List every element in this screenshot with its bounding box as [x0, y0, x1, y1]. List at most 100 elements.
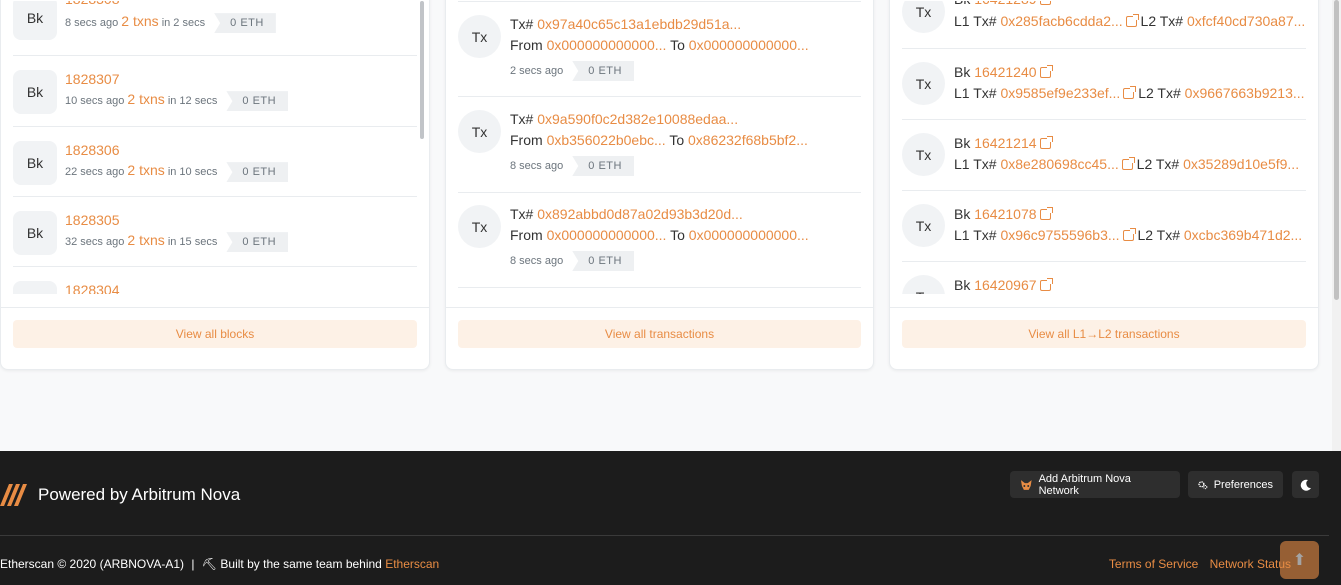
block-time: in 12 secs — [167, 95, 218, 107]
l1-tx-link[interactable]: 0x96c9755596b3... — [1000, 227, 1119, 243]
tx-to-link[interactable]: 0x000000000000... — [689, 227, 809, 243]
theme-toggle-button[interactable] — [1292, 471, 1319, 498]
block-reward-badge: 0 ETH — [226, 91, 289, 112]
preferences-button[interactable]: Preferences — [1188, 471, 1283, 498]
tx-to-label: To — [670, 227, 685, 243]
back-to-top-button[interactable]: ⬆ — [1280, 541, 1319, 579]
moon-icon — [1300, 479, 1311, 491]
copyright-text: Etherscan © 2020 (ARBNOVA-A1) — [0, 557, 185, 571]
tx-from-label: From — [510, 227, 543, 243]
external-link-icon[interactable] — [1125, 14, 1139, 27]
blocks-list[interactable]: Bk 1828308 8 secs ago 2 txns in 2 secs 0… — [1, 1, 429, 294]
pickaxe-icon: ⛏ — [201, 557, 218, 571]
gears-icon — [1198, 480, 1208, 489]
block-number-link[interactable]: 1828304 — [65, 282, 120, 294]
tx-to-link[interactable]: 0x000000000000... — [689, 37, 809, 53]
tx-hash-link[interactable]: 0x97a40c65c13a1ebdb29d51a... — [537, 16, 741, 32]
tx-from-link[interactable]: 0x000000000000... — [547, 227, 667, 243]
block-row: Bk 1828305 32 secs ago 2 txns in 15 secs… — [13, 197, 417, 267]
tx-from-link[interactable]: 0x000000000000... — [547, 37, 667, 53]
latest-blocks-card: Bk 1828308 8 secs ago 2 txns in 2 secs 0… — [0, 0, 430, 370]
l1-tx-link[interactable]: 0x285facb6cdda2... — [1000, 13, 1122, 29]
block-txns-link[interactable]: 2 txns — [121, 13, 158, 29]
block-number-link[interactable]: 1828306 — [65, 142, 120, 158]
external-link-icon[interactable] — [1039, 1, 1051, 5]
block-reward-badge: 0 ETH — [226, 232, 289, 253]
metamask-icon — [1020, 479, 1032, 490]
tx-hash-link[interactable]: 0x892abbd0d87a02d93b3d20d... — [537, 206, 743, 222]
l1l2-block-link[interactable]: 16421240 — [974, 64, 1036, 80]
external-link-icon[interactable] — [1039, 207, 1053, 220]
l1l2-block-link[interactable]: 16420967 — [974, 277, 1036, 293]
l1l2-avatar: Tx — [902, 62, 945, 105]
external-link-icon[interactable] — [1122, 228, 1136, 241]
l1-tx-label: L1 Tx# — [954, 227, 997, 243]
tx-to-label: To — [669, 132, 685, 148]
l1l2-avatar: Tx — [902, 204, 945, 247]
view-all-transactions-button[interactable]: View all transactions — [458, 320, 861, 348]
preferences-label: Preferences — [1213, 478, 1273, 491]
tx-row: Tx Tx# 0x9a590f0c2d382e10088edaa... From… — [458, 97, 861, 193]
view-all-blocks-button[interactable]: View all blocks — [13, 320, 417, 348]
page-scrollbar-thumb[interactable] — [1334, 0, 1339, 300]
l2-tx-link[interactable]: 0x9667663b9213... — [1185, 85, 1305, 101]
l1l2-tx-line: L1 Tx# 0x9585ef9e233ef... L2 Tx# 0x96676… — [954, 85, 1305, 101]
l1l2-bk-label: Bk — [954, 277, 971, 293]
l1l2-row: Tx Bk 16421214 L1 Tx# 0x8e280698cc45... … — [902, 120, 1306, 191]
tx-hash-line: Tx# 0x9a590f0c2d382e10088edaa... — [510, 111, 738, 127]
block-number-link[interactable]: 1828305 — [65, 212, 120, 228]
etherscan-link[interactable]: Etherscan — [385, 557, 439, 571]
blocks-scrollbar[interactable] — [420, 1, 424, 139]
l1l2-row: Tx Bk 16421289 L1 Tx# 0x285facb6cdda2...… — [902, 1, 1306, 49]
transactions-list[interactable]: Tx Tx# 0x97a40c65c13a1ebdb29d51a... From… — [446, 1, 873, 294]
l1-tx-link[interactable]: 0x8e280698cc45... — [1000, 156, 1118, 172]
l1-tx-label: L1 Tx# — [954, 85, 997, 101]
l2-tx-link[interactable]: 0xcbc369b471d2... — [1184, 227, 1302, 243]
tx-to-link[interactable]: 0x86232f68b5bf2... — [688, 132, 808, 148]
l1l2-tx-line: L1 Tx# 0x96c9755596b3... L2 Tx# 0xcbc369… — [954, 227, 1302, 243]
l2-tx-link[interactable]: 0xfcf40cd730a87... — [1187, 13, 1305, 29]
transactions-footer: View all transactions — [446, 307, 873, 360]
network-status-link[interactable]: Network Status — [1210, 557, 1291, 571]
block-meta: 10 secs ago 2 txns in 12 secs 0 ETH — [65, 91, 289, 112]
block-row: Bk 1828307 10 secs ago 2 txns in 12 secs… — [13, 56, 417, 127]
block-txns-link[interactable]: 2 txns — [127, 91, 164, 107]
block-meta: 32 secs ago 2 txns in 15 secs 0 ETH — [65, 232, 289, 253]
l1-tx-label: L1 Tx# — [954, 156, 997, 172]
block-meta: 8 secs ago 2 txns in 2 secs 0 ETH — [65, 13, 276, 34]
l1l2-block-link[interactable]: 16421078 — [974, 206, 1036, 222]
view-all-l1l2-button[interactable]: View all L1→L2 transactions — [902, 320, 1306, 348]
tx-value-badge: 0 ETH — [572, 156, 634, 176]
l1-tx-link[interactable]: 0x9585ef9e233ef... — [1000, 85, 1120, 101]
l1l2-list[interactable]: Tx Bk 16421289 L1 Tx# 0x285facb6cdda2...… — [890, 1, 1318, 294]
external-link-icon[interactable] — [1039, 65, 1053, 78]
l1l2-block-line: Bk 16420967 — [954, 277, 1053, 293]
terms-of-service-link[interactable]: Terms of Service — [1109, 557, 1198, 571]
block-age: 10 secs ago — [65, 95, 125, 107]
external-link-icon[interactable] — [1039, 278, 1053, 291]
tx-row: Tx Tx# 0x892abbd0d87a02d93b3d20d... From… — [458, 193, 861, 288]
l1l2-block-link[interactable]: 16421289 — [974, 1, 1036, 7]
tx-hash-label: Tx# — [510, 206, 534, 222]
external-link-icon[interactable] — [1121, 157, 1135, 170]
block-number-link[interactable]: 1828307 — [65, 71, 120, 87]
tx-to-label: To — [670, 37, 685, 53]
add-network-label: Add Arbitrum Nova Network — [1038, 472, 1131, 497]
external-link-icon[interactable] — [1123, 86, 1137, 99]
tx-value-badge: 0 ETH — [572, 251, 634, 271]
add-network-button[interactable]: Add Arbitrum Nova Network — [1010, 471, 1180, 498]
tx-hash-link[interactable]: 0x9a590f0c2d382e10088edaa... — [537, 111, 738, 127]
l2-tx-link[interactable]: 0x35289d10e5f9... — [1183, 156, 1299, 172]
block-txns-link[interactable]: 2 txns — [127, 162, 164, 178]
l1l2-avatar: Tx — [902, 275, 945, 294]
block-number-link[interactable]: 1828308 — [65, 1, 120, 7]
l1l2-block-link[interactable]: 16421214 — [974, 135, 1036, 151]
site-footer: Powered by Arbitrum Nova Add Arbitrum No… — [0, 451, 1341, 585]
block-age: 32 secs ago — [65, 236, 125, 248]
tx-meta: 8 secs ago 0 ETH — [510, 251, 634, 271]
external-link-icon[interactable] — [1039, 136, 1053, 149]
l1l2-bk-label: Bk — [954, 206, 971, 222]
tx-from-link[interactable]: 0xb356022b0ebc... — [547, 132, 666, 148]
block-avatar: Bk — [13, 70, 57, 114]
block-txns-link[interactable]: 2 txns — [127, 232, 164, 248]
